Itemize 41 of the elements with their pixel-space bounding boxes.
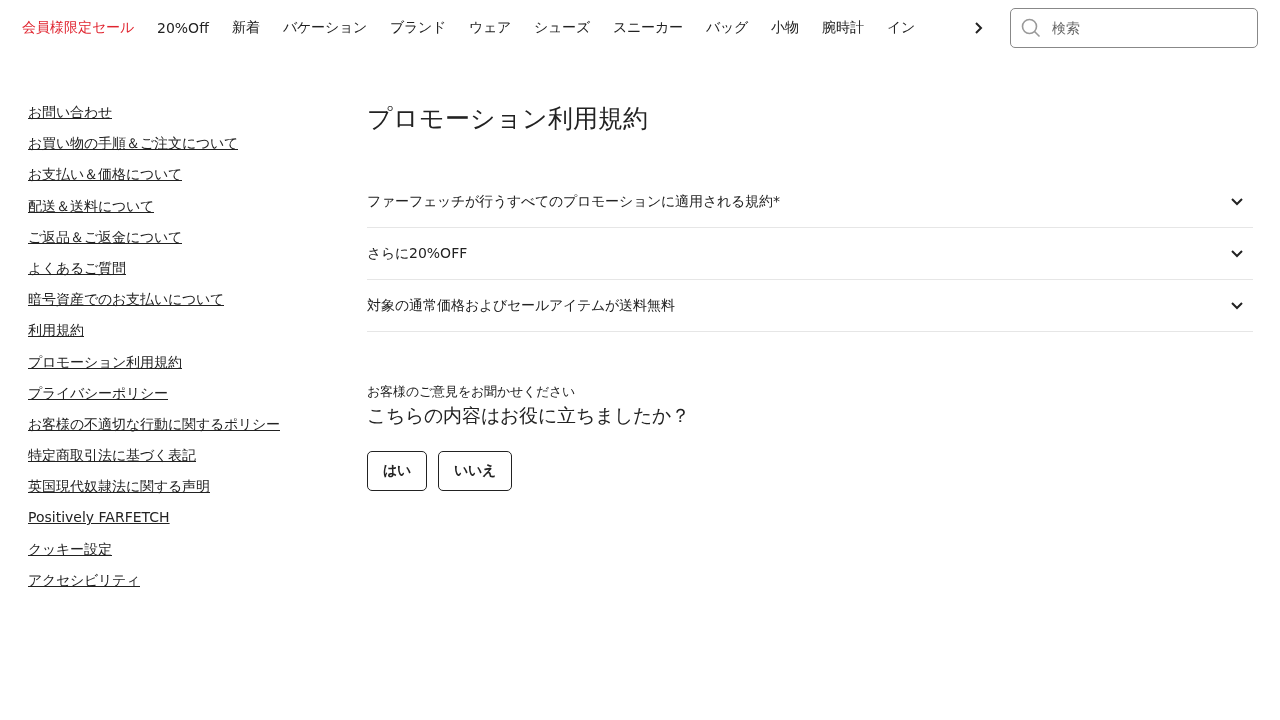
sidebar-link[interactable]: 特定商取引法に基づく表記 <box>28 445 196 466</box>
feedback-caption: お客様のご意見をお聞かせください <box>367 384 576 401</box>
sidebar-link[interactable]: 利用規約 <box>28 320 84 341</box>
sidebar-link[interactable]: アクセシビリティ <box>28 569 140 590</box>
nav-link[interactable]: スニーカー <box>612 19 683 37</box>
nav-link[interactable]: 小物 <box>770 19 799 37</box>
sidebar-link[interactable]: クッキー設定 <box>28 538 112 559</box>
answer-button[interactable]: はい <box>367 451 427 491</box>
sidebar-link[interactable]: お客様の不適切な行動に関するポリシー <box>28 413 280 434</box>
accordion-item[interactable]: さらに20%OFF <box>367 228 1253 280</box>
sidebar-link[interactable]: Positively FARFETCH <box>28 507 170 528</box>
feedback-question: こちらの内容はお役に立ちましたか？ <box>367 403 691 428</box>
page-title: プロモーション利用規約 <box>367 103 649 135</box>
nav-link[interactable]: 腕時計 <box>821 19 864 37</box>
search-icon <box>1021 18 1041 38</box>
sidebar-link[interactable]: プライバシーポリシー <box>28 382 168 403</box>
sidebar-link[interactable]: よくあるご質問 <box>28 257 126 278</box>
nav-link[interactable]: シューズ <box>533 19 590 37</box>
nav-link[interactable]: 20%Off <box>157 20 209 36</box>
nav-link[interactable]: 新着 <box>231 19 260 37</box>
sidebar-link[interactable]: お買い物の手順＆ご注文について <box>28 133 238 154</box>
nav-link[interactable]: バッグ <box>705 19 748 37</box>
sidebar-link[interactable]: 暗号資産でのお支払いについて <box>28 289 224 310</box>
nav-link[interactable]: ウェア <box>468 19 511 37</box>
sidebar-link[interactable]: ご返品＆ご返金について <box>28 226 182 247</box>
nav-link[interactable]: バケーション <box>282 19 367 37</box>
accordion-item[interactable]: ファーフェッチが行うすべてのプロモーションに適用される規約* <box>367 176 1253 228</box>
sidebar-link[interactable]: 英国現代奴隷法に関する声明 <box>28 476 210 497</box>
chevron-down-icon <box>1231 197 1243 206</box>
sidebar-link[interactable]: 配送＆送料について <box>28 195 154 216</box>
nav-link[interactable]: イン <box>886 19 915 37</box>
sidebar-link[interactable]: お支払い＆価格について <box>28 164 182 185</box>
accordion-item[interactable]: 対象の通常価格およびセールアイテムが送料無料 <box>367 280 1253 332</box>
nav-link[interactable]: ブランド <box>389 19 446 37</box>
chevron-down-icon <box>1231 301 1243 310</box>
nav-link[interactable]: 会員様限定セール <box>22 19 134 37</box>
answer-button[interactable]: いいえ <box>438 451 512 491</box>
sidebar-link[interactable]: プロモーション利用規約 <box>28 351 182 372</box>
sidebar-link[interactable]: お問い合わせ <box>28 102 112 122</box>
chevron-down-icon <box>1231 249 1243 258</box>
search-field[interactable]: 検索 <box>1010 8 1258 48</box>
